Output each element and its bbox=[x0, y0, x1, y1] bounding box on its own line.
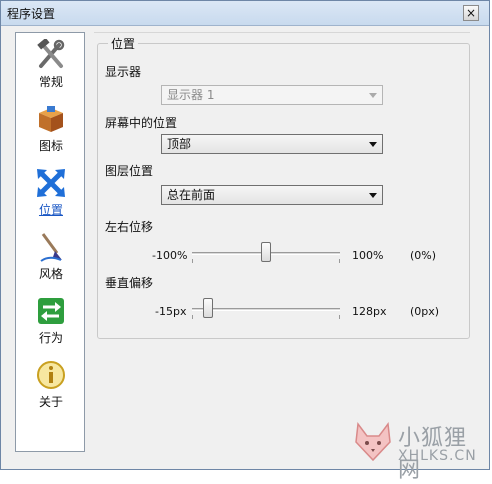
sidebar-item-position[interactable]: 位置 bbox=[16, 167, 86, 218]
vertical-offset-value: (0px) bbox=[410, 305, 440, 318]
sidebar-item-label: 关于 bbox=[38, 395, 63, 409]
vertical-offset-max: 128px bbox=[352, 305, 387, 318]
sidebar-item-icons[interactable]: 图标 bbox=[16, 103, 86, 154]
vertical-offset-min: -15px bbox=[155, 305, 187, 318]
sidebar-item-label: 图标 bbox=[38, 139, 63, 153]
fox-logo-icon bbox=[355, 422, 391, 462]
slider-tick bbox=[192, 315, 193, 319]
screen-position-label: 屏幕中的位置 bbox=[105, 116, 178, 130]
slider-tick bbox=[339, 315, 340, 319]
vertical-offset-track[interactable] bbox=[192, 308, 340, 311]
close-button[interactable]: × bbox=[463, 5, 479, 21]
horizontal-offset-row: -100% 100% (0%) bbox=[0, 242, 490, 268]
chevron-down-icon bbox=[369, 193, 377, 198]
site-watermark: 小狐狸网 XHLKS.CN bbox=[352, 418, 488, 483]
groupbox-title: 位置 bbox=[108, 35, 139, 52]
screen-position-value: 顶部 bbox=[167, 137, 192, 151]
vertical-offset-row: -15px 128px (0px) bbox=[0, 298, 490, 324]
vertical-offset-label: 垂直偏移 bbox=[105, 276, 154, 290]
horizontal-offset-thumb[interactable] bbox=[261, 242, 271, 262]
sidebar-item-general[interactable]: 常规 bbox=[16, 39, 86, 90]
display-select-value: 显示器 1 bbox=[167, 88, 215, 102]
title-bar: 程序设置 × bbox=[1, 1, 489, 26]
watermark-url: XHLKS.CN bbox=[398, 448, 477, 464]
horizontal-offset-min: -100% bbox=[152, 249, 188, 262]
layer-position-select[interactable]: 总在前面 bbox=[161, 185, 383, 205]
chevron-down-icon bbox=[369, 142, 377, 147]
horizontal-offset-max: 100% bbox=[352, 249, 384, 262]
screen-position-select[interactable]: 顶部 bbox=[161, 134, 383, 154]
tools-icon bbox=[16, 39, 86, 71]
slider-tick bbox=[192, 259, 193, 263]
chevron-down-icon bbox=[369, 93, 377, 98]
window-title: 程序设置 bbox=[7, 6, 56, 21]
slider-tick bbox=[339, 259, 340, 263]
move-icon bbox=[16, 167, 86, 199]
sidebar-item-about[interactable]: 关于 bbox=[16, 359, 86, 410]
info-icon bbox=[16, 359, 86, 391]
display-select: 显示器 1 bbox=[161, 85, 383, 105]
layer-position-label: 图层位置 bbox=[105, 164, 154, 178]
display-label: 显示器 bbox=[105, 65, 142, 79]
sidebar-item-label: 行为 bbox=[38, 331, 63, 345]
horizontal-offset-value: (0%) bbox=[410, 249, 437, 262]
sidebar-item-label: 常规 bbox=[38, 75, 63, 89]
layer-position-value: 总在前面 bbox=[167, 188, 216, 202]
box-icon bbox=[16, 103, 86, 135]
horizontal-offset-label: 左右位移 bbox=[105, 220, 154, 234]
vertical-offset-thumb[interactable] bbox=[202, 298, 213, 318]
sidebar-item-label: 位置 bbox=[38, 203, 63, 217]
close-icon: × bbox=[465, 6, 477, 20]
